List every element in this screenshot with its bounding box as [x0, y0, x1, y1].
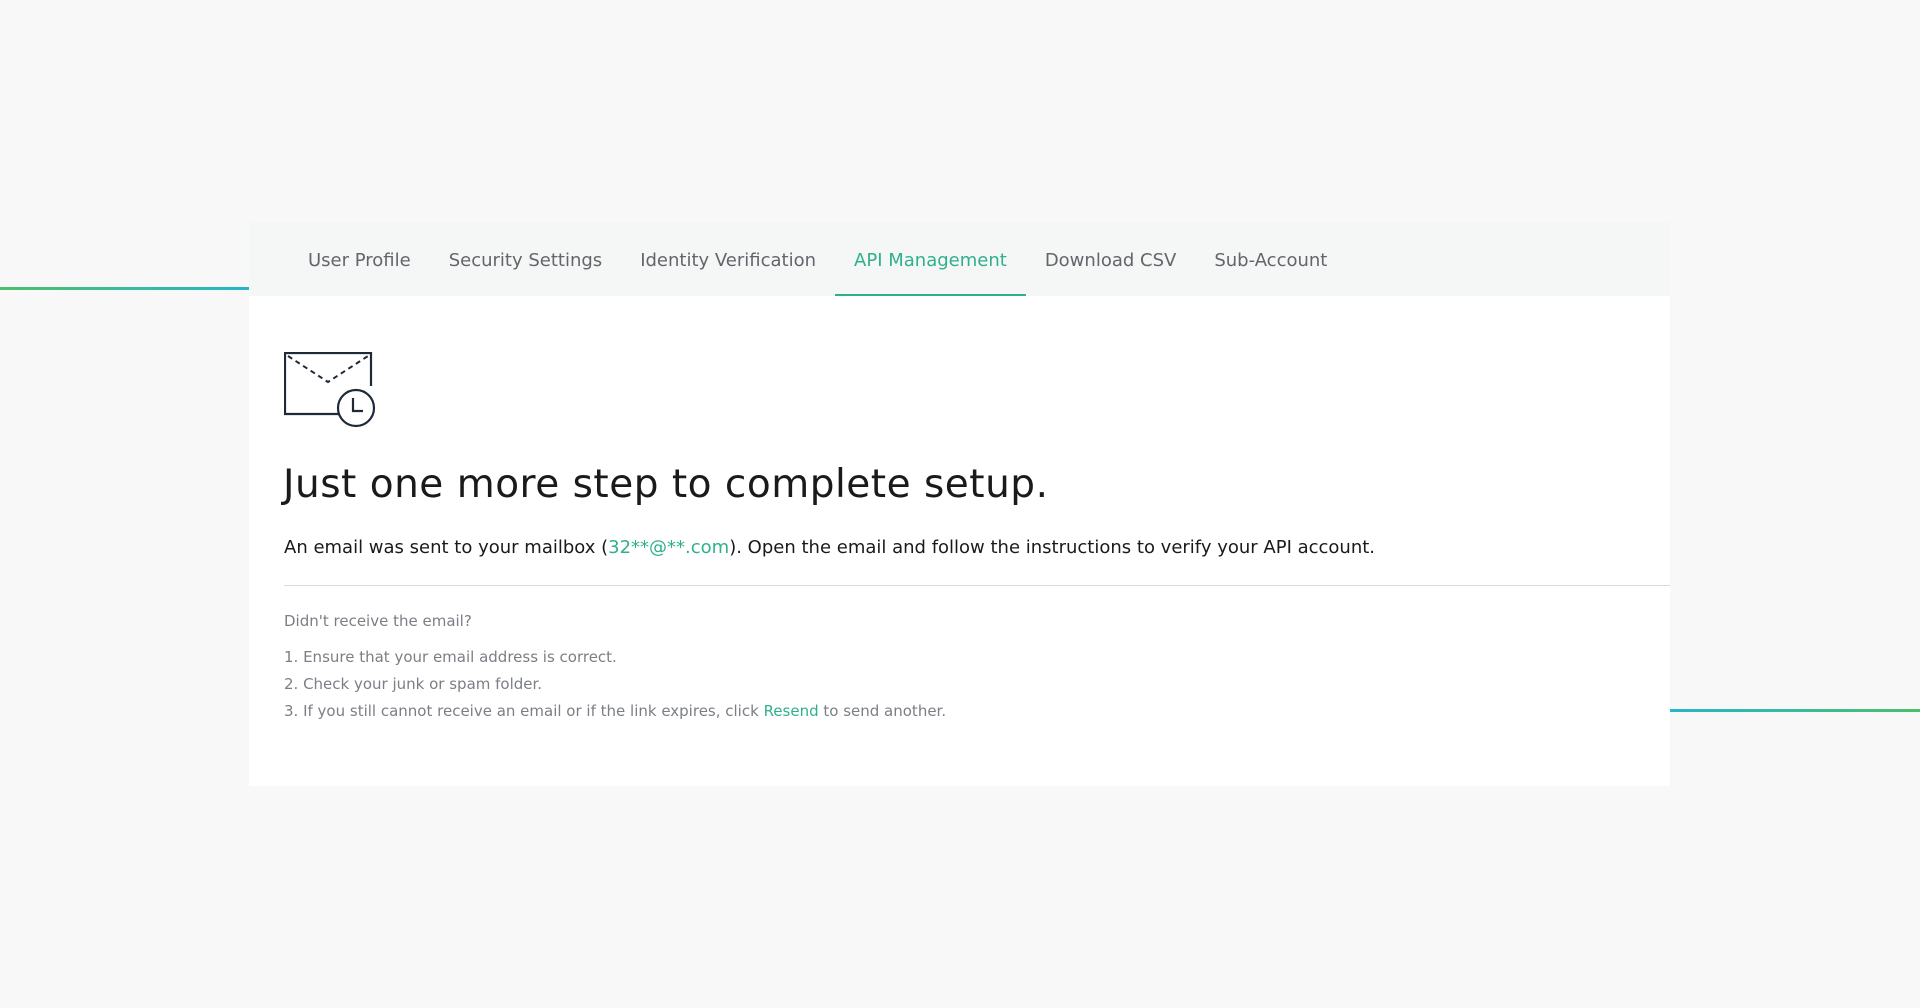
tab-download-csv[interactable]: Download CSV — [1026, 222, 1196, 296]
account-card: User Profile Security Settings Identity … — [249, 222, 1670, 786]
tab-api-management[interactable]: API Management — [835, 222, 1026, 296]
help-step-2: 2. Check your junk or spam folder. — [284, 675, 543, 693]
decorative-line-left — [0, 287, 249, 290]
page-title: Just one more step to complete setup. — [283, 462, 1049, 507]
help-step-3: 3. If you still cannot receive an email … — [284, 698, 946, 725]
resend-link[interactable]: Resend — [764, 702, 819, 720]
page: User Profile Security Settings Identity … — [0, 0, 1920, 1008]
tab-sub-account[interactable]: Sub-Account — [1195, 222, 1346, 296]
verification-description: An email was sent to your mailbox (32**@… — [284, 537, 1375, 558]
description-text-before: An email was sent to your mailbox ( — [284, 537, 609, 558]
help-section: Didn't receive the email? 1. Ensure that… — [284, 612, 946, 725]
account-tabs: User Profile Security Settings Identity … — [249, 222, 1670, 296]
description-text-after: ). Open the email and follow the instruc… — [729, 537, 1376, 558]
masked-email: 32**@**.com — [608, 537, 730, 558]
tab-user-profile[interactable]: User Profile — [289, 222, 430, 296]
help-step-3-text-before: 3. If you still cannot receive an email … — [284, 702, 764, 720]
help-step-3-text-after: to send another. — [818, 702, 947, 720]
help-question: Didn't receive the email? — [284, 612, 472, 630]
tab-security-settings[interactable]: Security Settings — [430, 222, 621, 296]
decorative-line-right — [1670, 709, 1920, 712]
tab-identity-verification[interactable]: Identity Verification — [621, 222, 835, 296]
mail-pending-icon — [283, 351, 378, 432]
help-step-1: 1. Ensure that your email address is cor… — [284, 648, 617, 666]
divider — [284, 585, 1670, 586]
